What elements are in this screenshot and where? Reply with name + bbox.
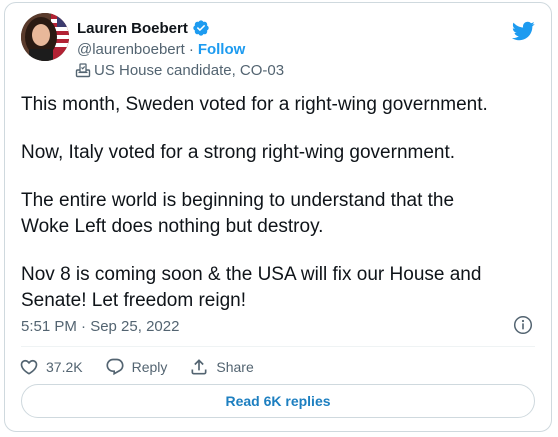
like-button[interactable]: 37.2K (19, 357, 83, 377)
ballot-box-icon (75, 62, 91, 78)
tweet-card: Lauren Boebert @laurenboebert · Follow US … (4, 2, 552, 432)
verified-badge-icon (192, 19, 210, 37)
twitter-bird-icon[interactable] (511, 19, 535, 43)
tweet-paragraph: This month, Sweden voted for a right-win… (21, 94, 488, 115)
tweet-actions: 37.2K Reply Share (19, 354, 276, 380)
heart-icon (20, 359, 38, 375)
tweet-text: This month, Sweden voted for a right-win… (21, 92, 531, 336)
tweet-paragraph: The entire world is beginning to underst… (21, 190, 455, 237)
read-replies-button[interactable]: Read 6K replies (21, 384, 535, 418)
like-count: 37.2K (46, 359, 83, 375)
separator-dot: · (188, 41, 194, 58)
share-label: Share (216, 359, 254, 375)
share-icon (191, 359, 207, 375)
divider (21, 346, 535, 347)
account-label: US House candidate, CO-03 (94, 61, 285, 79)
tweet-paragraph: Now, Italy voted for a strong right-wing… (21, 142, 456, 163)
speech-bubble-icon (106, 358, 124, 376)
avatar[interactable] (21, 13, 69, 61)
share-button[interactable]: Share (189, 357, 254, 377)
reply-button[interactable]: Reply (105, 357, 168, 377)
info-icon[interactable] (513, 315, 533, 335)
author-handle[interactable]: @laurenboebert (77, 41, 185, 58)
author-display-name[interactable]: Lauren Boebert (77, 20, 188, 37)
tweet-paragraph: Nov 8 is coming soon & the USA will fix … (21, 264, 482, 311)
reply-label: Reply (131, 359, 168, 375)
follow-button[interactable]: Follow (198, 41, 246, 58)
account-label-row: US House candidate, CO-03 (75, 60, 284, 80)
author-handle-row: @laurenboebert · Follow (77, 40, 245, 60)
author-name-row: Lauren Boebert (77, 18, 210, 38)
tweet-timestamp[interactable]: 5:51 PM · Sep 25, 2022 (21, 317, 179, 337)
